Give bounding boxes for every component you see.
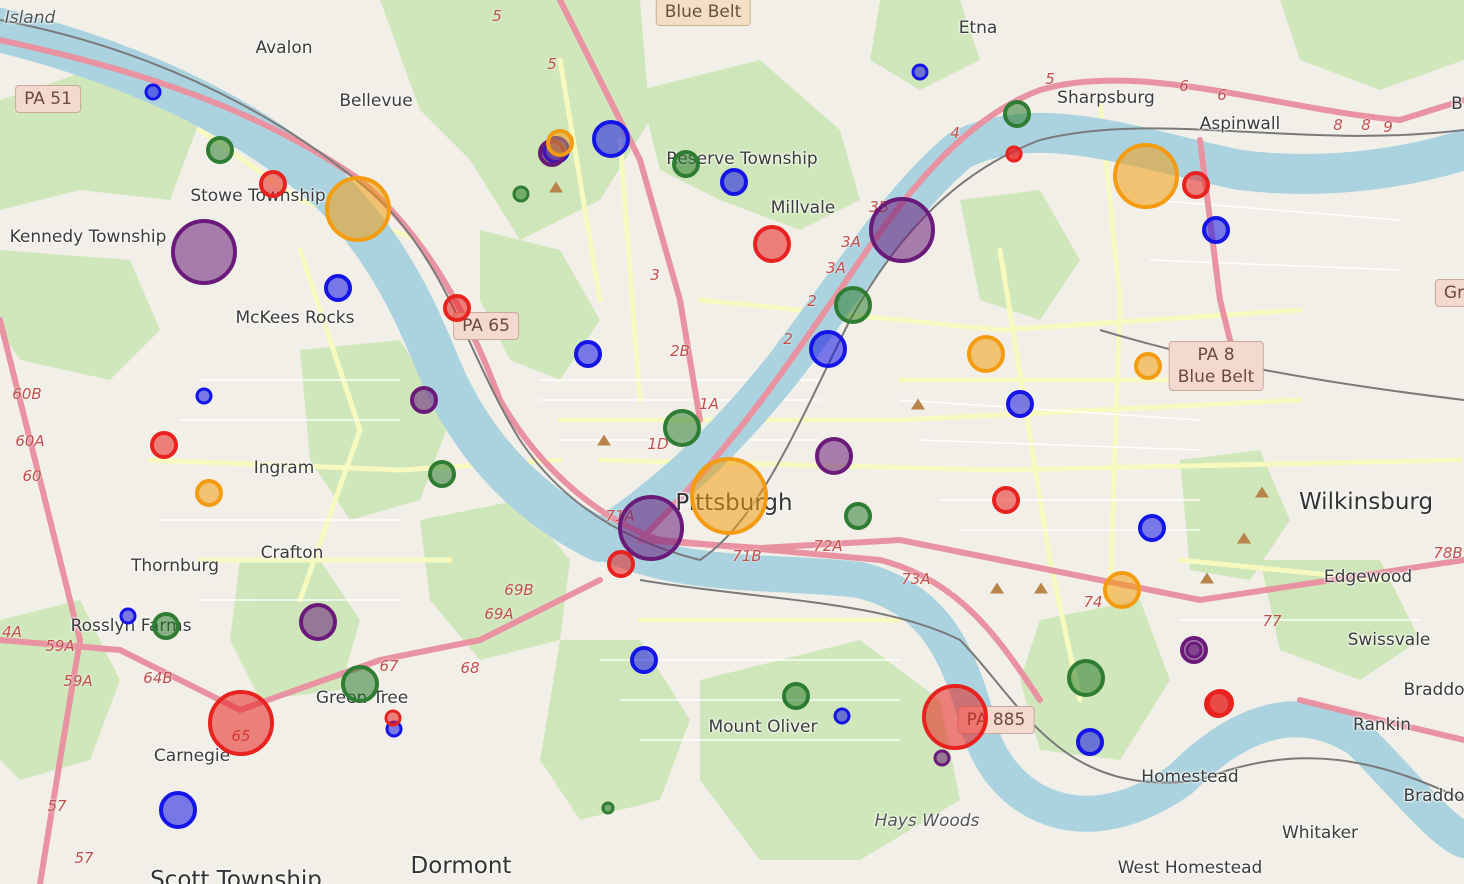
map-marker-green[interactable] — [601, 801, 615, 815]
map-marker-purple[interactable] — [1185, 641, 1203, 659]
map-marker-green[interactable] — [672, 150, 700, 178]
map-marker-blue[interactable] — [144, 83, 162, 101]
map-marker-green[interactable] — [782, 682, 810, 710]
map-marker-blue[interactable] — [1202, 216, 1230, 244]
map-marker-red[interactable] — [384, 709, 402, 727]
map-marker-red[interactable] — [992, 486, 1020, 514]
map-marker-orange[interactable] — [1103, 571, 1141, 609]
map-marker-blue[interactable] — [1076, 728, 1104, 756]
map-marker-red[interactable] — [1005, 145, 1023, 163]
map-marker-blue[interactable] — [324, 274, 352, 302]
map-marker-blue[interactable] — [1006, 390, 1034, 418]
map-marker-purple[interactable] — [410, 386, 438, 414]
map-marker-purple[interactable] — [815, 437, 853, 475]
map-marker-orange[interactable] — [1113, 143, 1179, 209]
map-marker-orange[interactable] — [1134, 352, 1162, 380]
map-marker-green[interactable] — [1003, 100, 1031, 128]
map-marker-red[interactable] — [922, 684, 988, 750]
map-marker-orange[interactable] — [546, 129, 574, 157]
map-marker-red[interactable] — [1204, 690, 1232, 718]
map-marker-purple[interactable] — [299, 603, 337, 641]
map-marker-red[interactable] — [208, 690, 274, 756]
map-marker-red[interactable] — [150, 431, 178, 459]
map-marker-blue[interactable] — [159, 791, 197, 829]
map-marker-blue[interactable] — [630, 646, 658, 674]
map-marker-blue[interactable] — [911, 63, 929, 81]
map-marker-purple[interactable] — [869, 197, 935, 263]
map-marker-purple[interactable] — [618, 495, 684, 561]
map-marker-red[interactable] — [607, 550, 635, 578]
map-marker-green[interactable] — [206, 136, 234, 164]
map-marker-red[interactable] — [753, 225, 791, 263]
map-marker-green[interactable] — [428, 460, 456, 488]
map-marker-red[interactable] — [1182, 171, 1210, 199]
map-marker-green[interactable] — [341, 665, 379, 703]
map-marker-orange[interactable] — [967, 335, 1005, 373]
map-marker-blue[interactable] — [1138, 514, 1166, 542]
map-marker-red[interactable] — [259, 170, 287, 198]
map-marker-purple[interactable] — [933, 749, 951, 767]
map-viewport[interactable]: Island Avalon Bellevue Etna Sharpsburg A… — [0, 0, 1464, 884]
map-marker-green[interactable] — [512, 185, 530, 203]
marker-layer — [119, 63, 1234, 829]
map-marker-orange[interactable] — [195, 479, 223, 507]
map-marker-purple[interactable] — [171, 219, 237, 285]
map-marker-blue[interactable] — [592, 120, 630, 158]
map-marker-blue[interactable] — [119, 607, 137, 625]
map-marker-green[interactable] — [663, 409, 701, 447]
map-marker-red[interactable] — [443, 294, 471, 322]
map-marker-green[interactable] — [844, 502, 872, 530]
map-marker-green[interactable] — [834, 286, 872, 324]
map-marker-green[interactable] — [1067, 659, 1105, 697]
map-marker-blue[interactable] — [195, 387, 213, 405]
map-marker-orange[interactable] — [690, 457, 768, 535]
map-marker-blue[interactable] — [809, 330, 847, 368]
map-marker-blue[interactable] — [574, 340, 602, 368]
map-marker-orange[interactable] — [325, 176, 391, 242]
map-marker-green[interactable] — [152, 612, 180, 640]
map-marker-blue[interactable] — [720, 168, 748, 196]
map-marker-blue[interactable] — [833, 707, 851, 725]
